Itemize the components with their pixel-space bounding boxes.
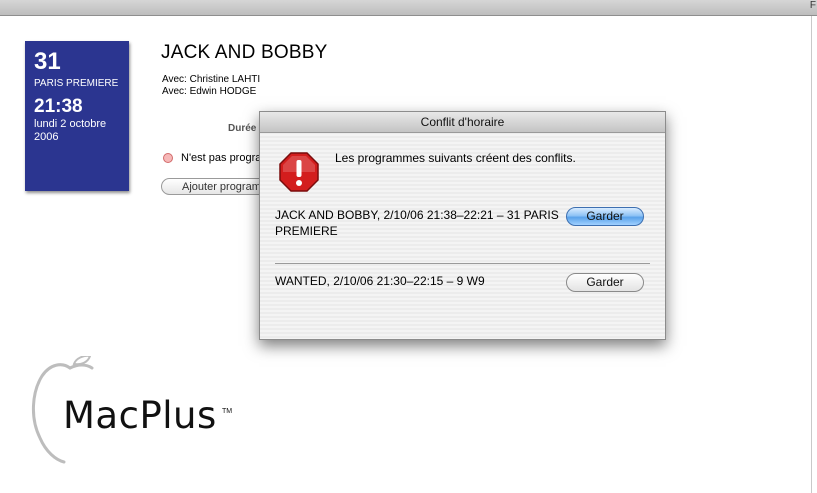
conflict-divider xyxy=(275,263,650,264)
channel-card: 31 PARIS PREMIERE 21:38 lundi 2 octobre … xyxy=(25,41,129,191)
channel-number: 31 xyxy=(34,48,61,75)
keep-button[interactable]: Garder xyxy=(566,273,644,292)
keep-button[interactable]: Garder xyxy=(566,207,644,226)
cast-line: Avec: Christine LAHTI xyxy=(162,74,261,85)
broadcast-date: lundi 2 octobre 2006 xyxy=(34,118,107,143)
conflict-item: WANTED, 2/10/06 21:30–22:15 – 9 W9 xyxy=(275,274,485,288)
content-border xyxy=(811,16,812,493)
conflict-item: JACK AND BOBBY, 2/10/06 21:38–22:21 – 31… xyxy=(275,208,559,238)
logo-trademark: TM xyxy=(222,408,233,415)
title-bar-fragment: F xyxy=(809,0,816,11)
dialog-message: Les programmes suivants créent des confl… xyxy=(335,151,576,165)
logo-text: MacPlus xyxy=(63,394,217,437)
program-title: JACK AND BOBBY xyxy=(161,42,328,63)
stop-alert-icon xyxy=(279,152,319,192)
duration-label: Durée xyxy=(228,123,257,134)
cast-list: Avec: Christine LAHTI Avec: Edwin HODGE xyxy=(162,74,260,98)
status-dot-icon xyxy=(163,153,173,163)
cast-line: Avec: Edwin HODGE xyxy=(162,86,257,97)
broadcast-time: 21:38 xyxy=(34,96,83,117)
conflict-dialog: Conflit d'horaire Les programmes suivant… xyxy=(259,111,666,340)
window-title-bar: F xyxy=(0,0,817,16)
dialog-title: Conflit d'horaire xyxy=(260,112,665,133)
channel-name: PARIS PREMIERE xyxy=(34,78,119,89)
